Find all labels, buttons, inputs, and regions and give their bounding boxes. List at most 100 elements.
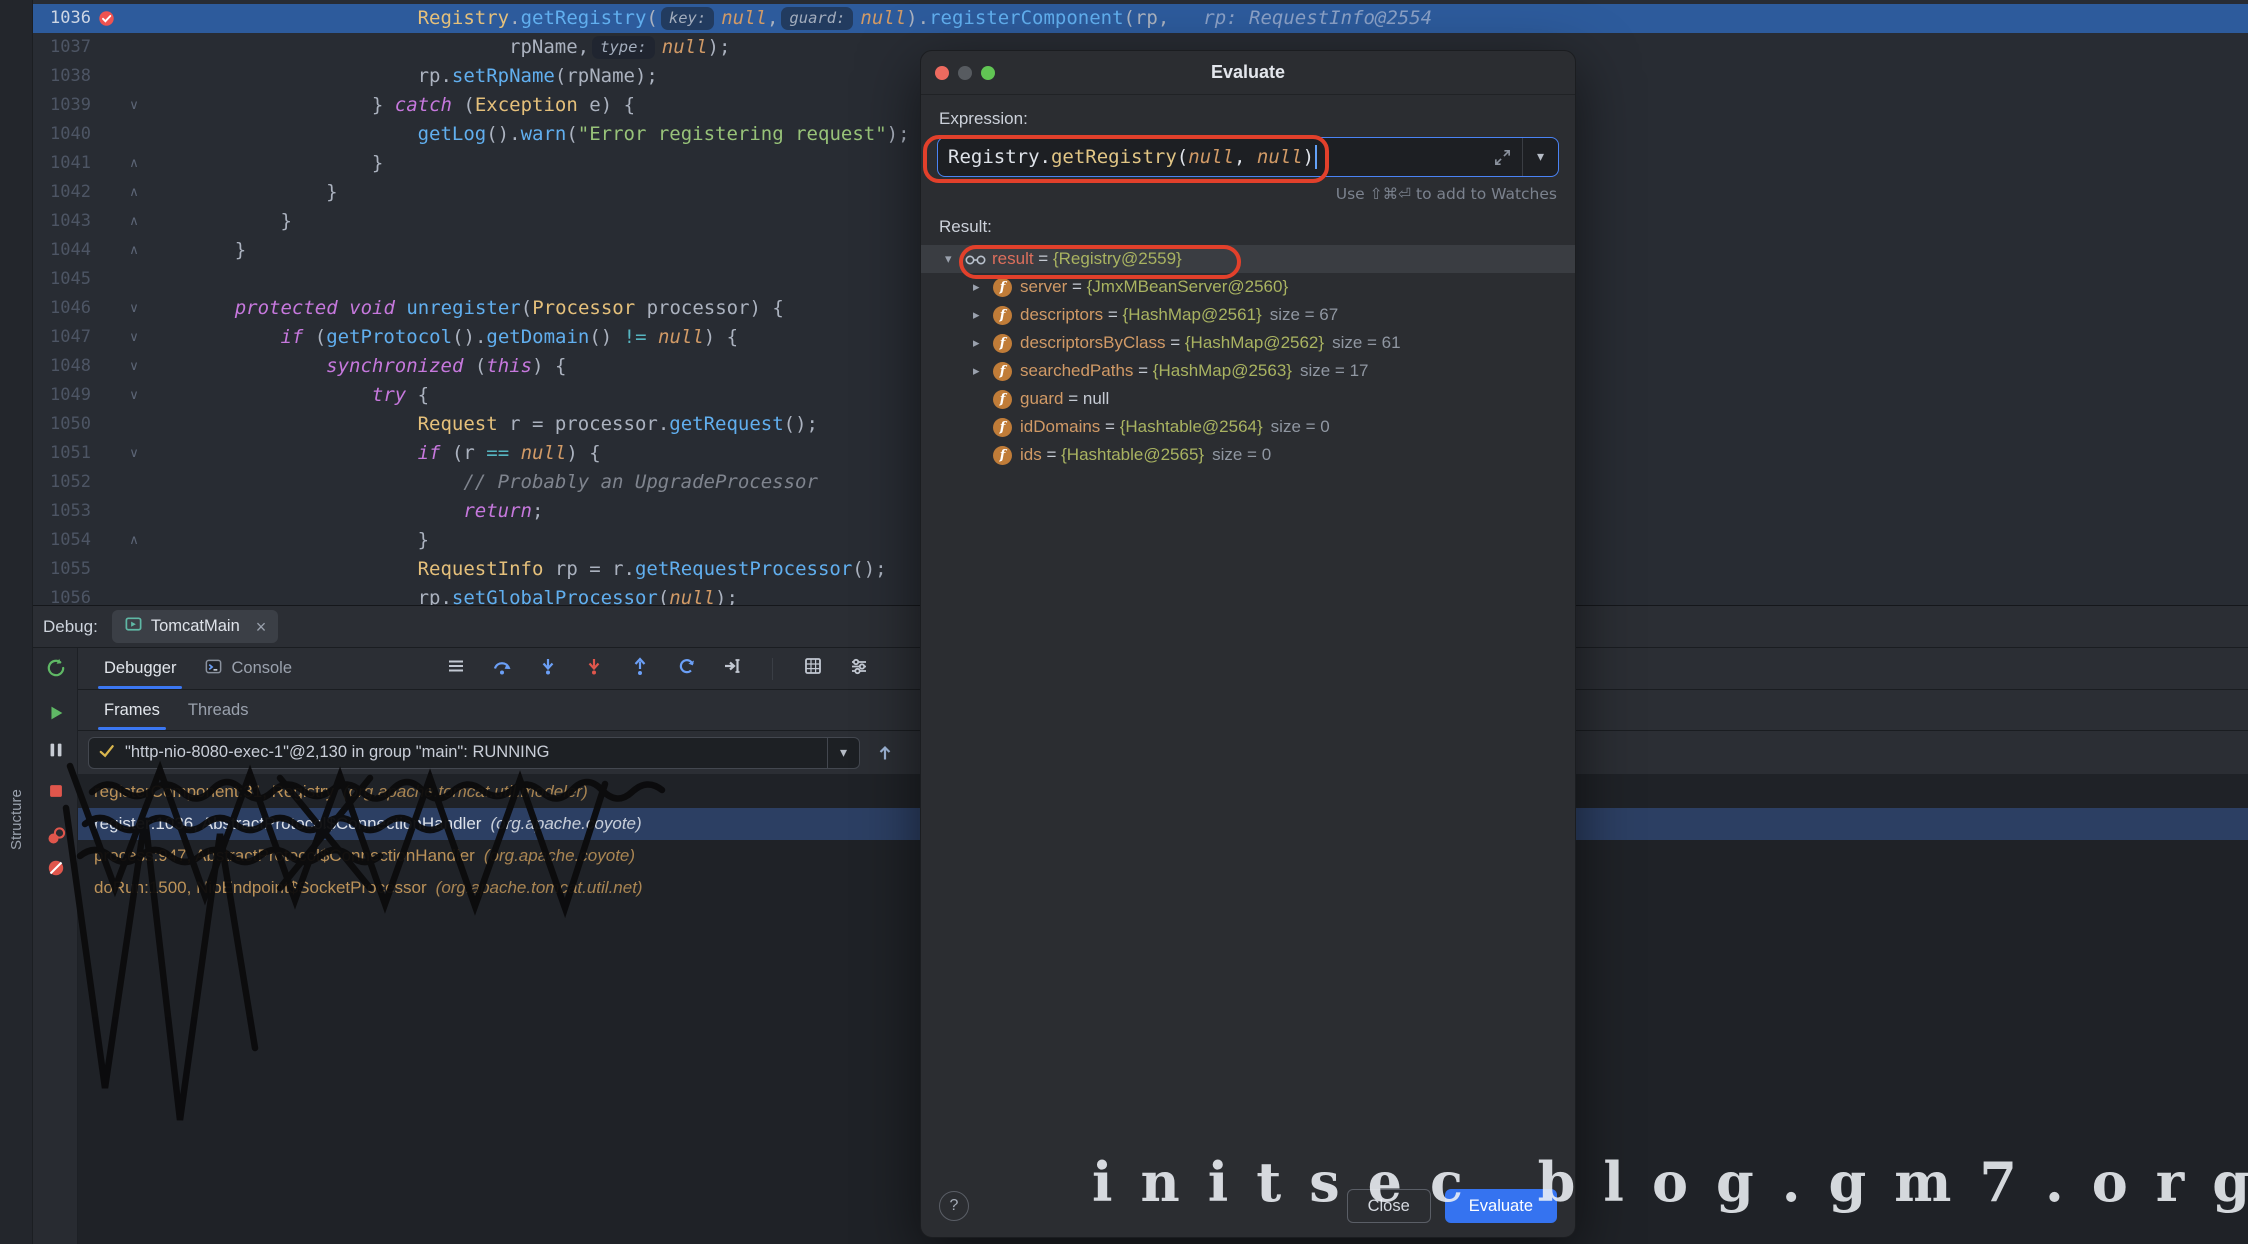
line-number: 1056	[33, 584, 91, 605]
breakpoint-hit-icon[interactable]	[91, 4, 121, 33]
toolbar-separator	[772, 658, 773, 680]
chevron-right-icon[interactable]: ▸	[973, 280, 993, 295]
structure-toolwindow-button[interactable]: Structure	[0, 735, 33, 905]
variable-value: {HashMap@2563}	[1153, 361, 1292, 381]
variable-value: {Hashtable@2564}	[1120, 417, 1263, 437]
tab-threads-label: Threads	[188, 701, 249, 720]
fold-up-icon[interactable]: ∧	[121, 149, 147, 178]
tab-frames-label: Frames	[104, 701, 160, 720]
rerun-icon[interactable]	[44, 656, 68, 680]
variable-row-guard[interactable]: fguard = null	[921, 385, 1575, 413]
close-window-button[interactable]	[935, 66, 949, 80]
line-number: 1042	[33, 178, 91, 207]
tab-console-label: Console	[231, 659, 292, 678]
stop-icon[interactable]	[44, 779, 68, 803]
result-tree[interactable]: ▾result = {Registry@2559}▸fserver = {Jmx…	[921, 245, 1575, 469]
line-number: 1037	[33, 33, 91, 62]
tab-debugger[interactable]: Debugger	[90, 648, 190, 689]
chevron-right-icon[interactable]: ▸	[973, 308, 993, 323]
expression-input[interactable]: Registry.getRegistry(null, null) ▾	[937, 137, 1559, 177]
pause-icon[interactable]	[44, 738, 68, 762]
minimize-window-button[interactable]	[958, 66, 972, 80]
parameter-hint-chip: key:	[661, 7, 714, 30]
tab-frames[interactable]: Frames	[90, 690, 174, 730]
zoom-window-button[interactable]	[981, 66, 995, 80]
fold-up-icon[interactable]: ∧	[121, 207, 147, 236]
close-tab-icon[interactable]: ×	[256, 618, 267, 636]
fold-up-icon[interactable]: ∧	[121, 178, 147, 207]
resume-icon[interactable]	[44, 701, 68, 725]
fold-up-icon[interactable]: ∧	[121, 236, 147, 265]
chevron-down-icon[interactable]: ▾	[827, 738, 859, 768]
evaluate-button[interactable]: Evaluate	[1445, 1189, 1557, 1223]
tab-console[interactable]: Console	[190, 648, 306, 689]
fold-down-icon[interactable]: ∨	[121, 352, 147, 381]
collection-size: size = 0	[1212, 445, 1271, 465]
close-button[interactable]: Close	[1347, 1189, 1431, 1223]
result-label: Result:	[939, 217, 1575, 237]
fold-down-icon[interactable]: ∨	[121, 381, 147, 410]
hamburger-menu-icon[interactable]	[446, 656, 466, 681]
variable-name: descriptors	[1020, 305, 1103, 325]
thread-running-check-icon	[97, 741, 116, 765]
line-number: 1055	[33, 555, 91, 584]
up-the-stack-icon[interactable]	[870, 738, 900, 768]
fold-down-icon[interactable]: ∨	[121, 294, 147, 323]
mute-breakpoints-icon[interactable]	[44, 856, 68, 880]
variable-row-idDomains[interactable]: fidDomains = {Hashtable@2564}size = 0	[921, 413, 1575, 441]
evaluate-dialog: Evaluate Expression: Registry.getRegistr…	[920, 50, 1576, 1238]
variable-name: idDomains	[1020, 417, 1100, 437]
help-button[interactable]: ?	[939, 1191, 969, 1221]
expression-label: Expression:	[939, 109, 1575, 129]
fold-down-icon[interactable]: ∨	[121, 91, 147, 120]
fold-down-icon[interactable]: ∨	[121, 323, 147, 352]
parameter-hint-chip: guard:	[781, 7, 853, 30]
variable-row-descriptorsByClass[interactable]: ▸fdescriptorsByClass = {HashMap@2562}siz…	[921, 329, 1575, 357]
view-breakpoints-icon[interactable]	[44, 824, 68, 848]
fold-down-icon[interactable]: ∨	[121, 439, 147, 468]
collection-size: size = 17	[1300, 361, 1369, 381]
view-as-table-icon[interactable]	[803, 656, 823, 681]
force-step-into-icon[interactable]	[584, 656, 604, 681]
chevron-right-icon[interactable]: ▸	[973, 336, 993, 351]
line-number: 1050	[33, 410, 91, 439]
layout-settings-icon[interactable]	[849, 656, 869, 681]
chevron-down-icon[interactable]: ▾	[945, 252, 965, 267]
variable-name: descriptorsByClass	[1020, 333, 1166, 353]
step-into-icon[interactable]	[538, 656, 558, 681]
tab-threads[interactable]: Threads	[174, 690, 263, 730]
variable-row-descriptors[interactable]: ▸fdescriptors = {HashMap@2561}size = 67	[921, 301, 1575, 329]
fold-up-icon[interactable]: ∧	[121, 526, 147, 555]
line-number: 1040	[33, 120, 91, 149]
chevron-right-icon[interactable]: ▸	[973, 364, 993, 379]
expand-editor-icon[interactable]	[1493, 148, 1512, 172]
line-number: 1054	[33, 526, 91, 555]
variable-row-searchedPaths[interactable]: ▸fsearchedPaths = {HashMap@2563}size = 1…	[921, 357, 1575, 385]
step-over-icon[interactable]	[492, 656, 512, 681]
result-glasses-icon	[965, 253, 992, 266]
frame-package: (org.apache.coyote)	[484, 846, 635, 865]
parameter-hint-chip: type:	[592, 36, 655, 59]
tab-debugger-label: Debugger	[104, 659, 176, 678]
expression-history-dropdown-icon[interactable]: ▾	[1522, 138, 1558, 176]
frame-package: (org.apache.tomcat.util.modeler)	[343, 782, 588, 801]
field-icon: f	[993, 306, 1020, 325]
variable-row-ids[interactable]: fids = {Hashtable@2565}size = 0	[921, 441, 1575, 469]
variable-row-result[interactable]: ▾result = {Registry@2559}	[921, 245, 1575, 273]
frame-package: (org.apache.tomcat.util.net)	[436, 878, 643, 897]
tab-tomcatmain[interactable]: TomcatMain ×	[112, 610, 278, 643]
line-number: 1052	[33, 468, 91, 497]
inline-debugger-value: rp: RequestInfo@2554	[1203, 7, 1432, 29]
variable-row-server[interactable]: ▸fserver = {JmxMBeanServer@2560}	[921, 273, 1575, 301]
thread-dropdown[interactable]: "http-nio-8080-exec-1"@2,130 in group "m…	[88, 737, 860, 769]
debug-panel-label: Debug:	[43, 617, 98, 637]
step-out-icon[interactable]	[630, 656, 650, 681]
expression-code: Registry.getRegistry(null, null)	[948, 146, 1314, 168]
collection-size: size = 61	[1332, 333, 1401, 353]
frame-location: register:1036, AbstractProtocol$Connecti…	[94, 814, 481, 833]
reset-frame-icon[interactable]	[676, 656, 696, 681]
run-to-cursor-icon[interactable]	[722, 656, 742, 681]
watches-hint: Use ⇧⌘⏎ to add to Watches	[921, 185, 1557, 203]
frame-location: process:947, AbstractProtocol$Connection…	[94, 846, 475, 865]
variable-name: guard	[1020, 389, 1063, 409]
